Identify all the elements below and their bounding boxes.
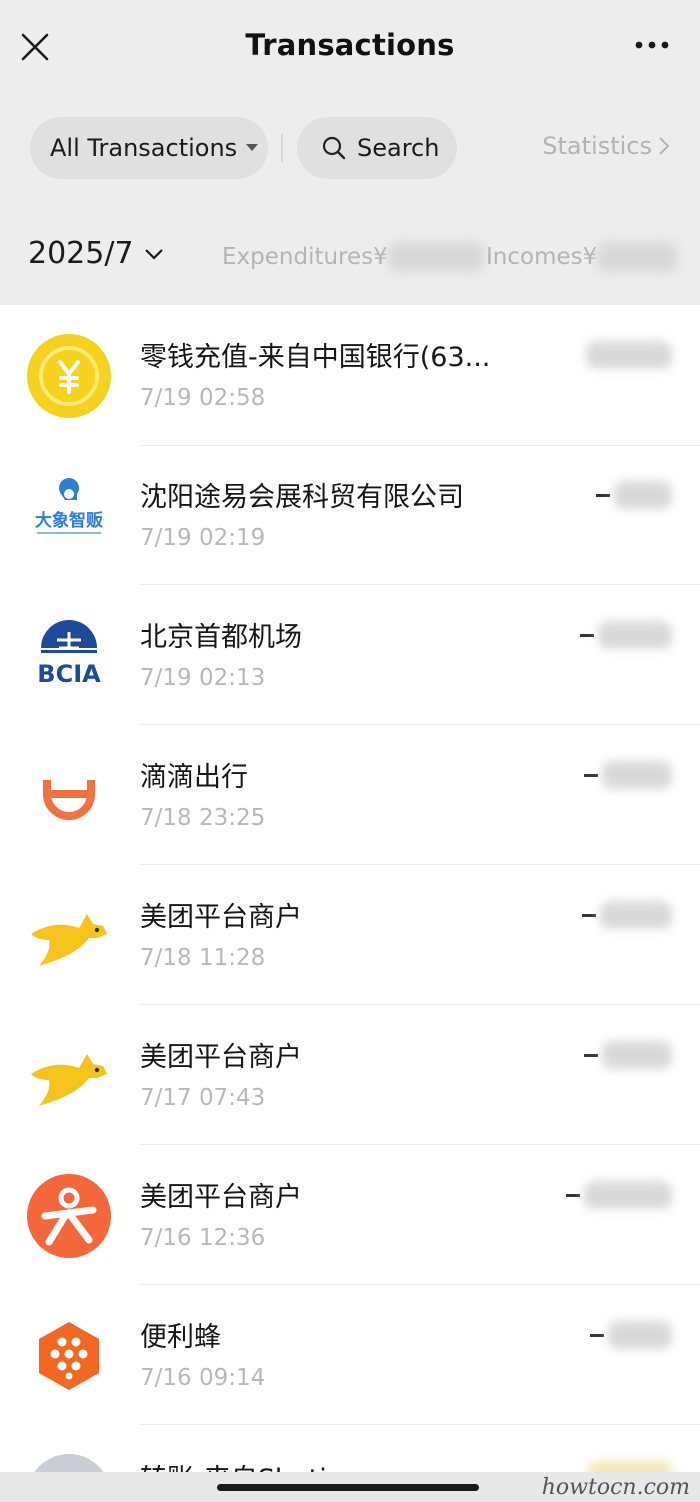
amount-blur xyxy=(600,901,672,929)
amount-blur xyxy=(584,1181,672,1209)
incomes-label: Incomes¥ xyxy=(486,244,598,270)
page-title: Transactions xyxy=(245,28,455,62)
svg-text:BCIA: BCIA xyxy=(37,660,101,688)
expenditures-amount-redacted xyxy=(387,242,484,272)
transaction-time: 7/18 11:28 xyxy=(140,945,266,971)
minus-sign xyxy=(582,913,596,917)
list-item[interactable]: 美团平台商户 7/18 11:28 xyxy=(0,865,700,1005)
amount-redacted xyxy=(590,1321,672,1349)
amount-blur xyxy=(614,481,672,509)
list-item[interactable]: 滴滴出行 7/18 23:25 xyxy=(0,725,700,865)
home-indicator[interactable] xyxy=(217,1484,479,1491)
statistics-label: Statistics xyxy=(542,132,652,160)
amount-redacted xyxy=(586,341,672,369)
transaction-list: 零钱充值-来自中国银行(63... 7/19 02:58 大象智贩 沈阳途易会展… xyxy=(0,305,700,1425)
caret-down-icon xyxy=(246,144,259,151)
amount-redacted xyxy=(582,901,672,929)
amount-redacted xyxy=(584,1041,672,1069)
didi-icon xyxy=(43,780,95,820)
transaction-time: 7/19 02:58 xyxy=(140,385,266,411)
watermark: howtocn.com xyxy=(541,1475,690,1500)
minus-sign xyxy=(566,1193,580,1197)
minus-sign xyxy=(580,633,594,637)
list-item[interactable]: 大象智贩 沈阳途易会展科贸有限公司 7/19 02:19 xyxy=(0,445,700,585)
list-item[interactable]: BCIA 北京首都机场 7/19 02:13 xyxy=(0,585,700,725)
amount-blur xyxy=(608,1321,672,1349)
incomes-summary: Incomes¥ xyxy=(486,242,678,272)
minus-sign xyxy=(584,773,598,777)
all-transactions-label: All Transactions xyxy=(50,134,238,162)
transaction-time: 7/19 02:19 xyxy=(140,525,266,551)
transaction-name: 滴滴出行 xyxy=(140,762,248,793)
amount-redacted xyxy=(566,1181,672,1209)
transaction-name: 零钱充值-来自中国银行(63... xyxy=(140,342,491,373)
expenditures-label: Expenditures¥ xyxy=(222,244,388,270)
incomes-amount-redacted xyxy=(597,242,678,272)
chevron-right-icon xyxy=(659,137,670,155)
transaction-name: 美团平台商户 xyxy=(140,902,302,933)
list-item[interactable]: 零钱充值-来自中国银行(63... 7/19 02:58 xyxy=(0,305,700,445)
expenditures-summary: Expenditures¥ xyxy=(222,242,484,272)
minus-sign xyxy=(590,1333,604,1337)
amount-blur xyxy=(586,341,672,369)
transaction-time: 7/19 02:13 xyxy=(140,665,266,691)
transaction-time: 7/16 09:14 xyxy=(140,1365,266,1391)
amount-redacted xyxy=(584,761,672,789)
svg-text:大象智贩: 大象智贩 xyxy=(35,510,103,531)
search-icon xyxy=(322,136,346,160)
transaction-time: 7/16 12:36 xyxy=(140,1225,266,1251)
bianlifeng-icon xyxy=(39,1322,99,1390)
search-label: Search xyxy=(357,134,440,162)
coin-icon xyxy=(27,334,111,418)
transaction-name: 美团平台商户 xyxy=(140,1182,302,1213)
list-item[interactable]: 美团平台商户 7/16 12:36 xyxy=(0,1145,700,1285)
minus-sign xyxy=(596,493,610,497)
transaction-time: 7/18 23:25 xyxy=(140,805,266,831)
header-area: Transactions All Transactions Search Sta… xyxy=(0,0,700,305)
meituan-kangaroo-icon xyxy=(31,914,107,966)
elephant-vending-icon: 大象智贩 xyxy=(35,478,103,534)
month-selector[interactable]: 2025/7 xyxy=(28,236,164,271)
transaction-name: 沈阳途易会展科贸有限公司 xyxy=(140,482,464,513)
filter-divider xyxy=(281,134,283,162)
chevron-down-icon xyxy=(144,248,163,260)
list-item[interactable]: 美团平台商户 7/17 07:43 xyxy=(0,1005,700,1145)
transaction-name: 便利蜂 xyxy=(140,1322,221,1353)
amount-blur xyxy=(602,1041,672,1069)
transaction-name: 北京首都机场 xyxy=(140,622,302,653)
transaction-time: 7/17 07:43 xyxy=(140,1085,266,1111)
more-icon[interactable] xyxy=(634,35,670,55)
all-transactions-filter[interactable]: All Transactions xyxy=(30,117,268,179)
meituan-kangaroo-icon xyxy=(31,1054,107,1106)
minus-sign xyxy=(584,1053,598,1057)
month-label: 2025/7 xyxy=(28,236,134,271)
search-button[interactable]: Search xyxy=(297,117,457,179)
amount-blur xyxy=(602,761,672,789)
amount-blur xyxy=(598,621,672,649)
amount-redacted xyxy=(596,481,672,509)
amount-redacted xyxy=(580,621,672,649)
transaction-name: 美团平台商户 xyxy=(140,1042,302,1073)
bcia-icon: BCIA xyxy=(37,620,101,688)
list-item[interactable]: 便利蜂 7/16 09:14 xyxy=(0,1285,700,1425)
statistics-link[interactable]: Statistics xyxy=(542,132,670,160)
dianping-icon xyxy=(27,1174,111,1258)
